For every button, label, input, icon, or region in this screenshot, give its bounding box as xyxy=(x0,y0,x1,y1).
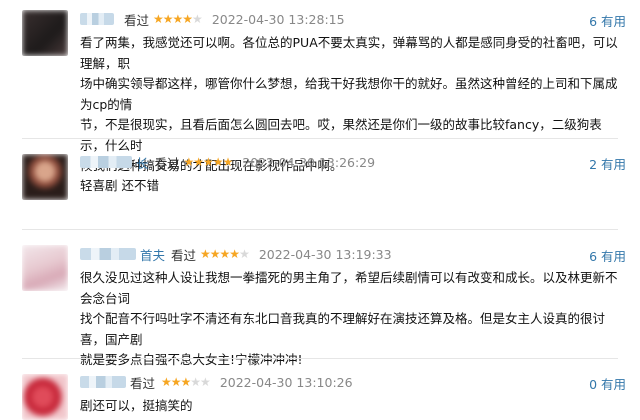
username-mask[interactable] xyxy=(80,248,136,260)
username-mask[interactable] xyxy=(80,156,132,168)
useful-button[interactable]: 0 有用 xyxy=(589,374,626,393)
avatar[interactable] xyxy=(22,374,68,420)
review-item: 看过 ★★★★★ 2022-04-30 13:28:15 6 有用 看了两集，我… xyxy=(0,0,640,173)
review-line: 找个配音不行吗吐字不清还有东北口音我真的不理解好在演技还算及格。但是女主人设真的… xyxy=(80,311,606,347)
divider xyxy=(22,358,618,359)
useful-button[interactable]: 6 有用 xyxy=(589,11,626,30)
review-time: 2022-04-30 13:28:15 xyxy=(211,11,345,27)
review-line: 很久没见过这种人设让我想一拳擂死的男主角了，希望后续剧情可以有改变和成长。以及林… xyxy=(80,270,618,306)
review-item: 看过 ★★★★★ 2022-04-30 13:10:26 0 有用 剧还可以，挺… xyxy=(0,360,640,420)
username[interactable]: 首夫 xyxy=(140,245,165,264)
review-text: 轻喜剧 还不错 xyxy=(80,176,625,197)
watched-label: 看过 xyxy=(130,375,156,391)
review-text: 剧还可以，挺搞笑的 xyxy=(80,396,625,417)
review-line: 剧还可以，挺搞笑的 xyxy=(80,398,193,413)
useful-button[interactable]: 6 有用 xyxy=(589,246,626,265)
review-item: 首夫 看过 ★★★★★ 2022-04-30 13:19:33 6 有用 很久没… xyxy=(0,230,640,367)
watched-label: 看过 xyxy=(124,12,150,28)
divider xyxy=(22,138,618,139)
username-mask[interactable] xyxy=(80,13,114,25)
username-mask[interactable] xyxy=(80,376,126,388)
rating-stars: ★★★★★ xyxy=(200,247,250,261)
avatar[interactable] xyxy=(22,245,68,291)
review-time: 2022-04-30 13:19:33 xyxy=(258,246,392,262)
review-line: 轻喜剧 还不错 xyxy=(80,178,159,193)
review-line: 看了两集，我感觉还可以啊。各位总的PUA不要太真实，弹幕骂的人都是感同身受的社畜… xyxy=(80,35,618,71)
review-time: 2022-04-30 13:26:29 xyxy=(242,154,376,170)
avatar[interactable] xyxy=(22,10,68,56)
rating-stars: ★★★★★ xyxy=(153,12,203,26)
username[interactable]: 长 xyxy=(136,153,149,172)
useful-button[interactable]: 2 有用 xyxy=(589,154,626,173)
watched-label: 看过 xyxy=(154,155,180,171)
avatar[interactable] xyxy=(22,154,68,200)
watched-label: 看过 xyxy=(171,247,197,263)
rating-stars: ★★★★★ xyxy=(161,375,211,389)
review-header: 看过 ★★★★★ 2022-04-30 13:10:26 xyxy=(80,372,353,392)
review-time: 2022-04-30 13:10:26 xyxy=(219,374,353,390)
rating-stars: ★★★★★ xyxy=(183,155,234,169)
review-line: 场中确实领导都这样，哪管你什么梦想，给我干好我想你干的就好。虽然这种曾经的上司和… xyxy=(80,76,618,112)
review-header: 长 看过 ★★★★★ 2022-04-30 13:26:29 xyxy=(80,152,375,172)
review-item: 长 看过 ★★★★★ 2022-04-30 13:26:29 2 有用 轻喜剧 … xyxy=(0,140,640,230)
review-header: 首夫 看过 ★★★★★ 2022-04-30 13:19:33 xyxy=(80,244,392,264)
review-text: 很久没见过这种人设让我想一拳擂死的男主角了，希望后续剧情可以有改变和成长。以及林… xyxy=(80,268,625,371)
review-header: 看过 ★★★★★ 2022-04-30 13:28:15 xyxy=(80,9,345,29)
